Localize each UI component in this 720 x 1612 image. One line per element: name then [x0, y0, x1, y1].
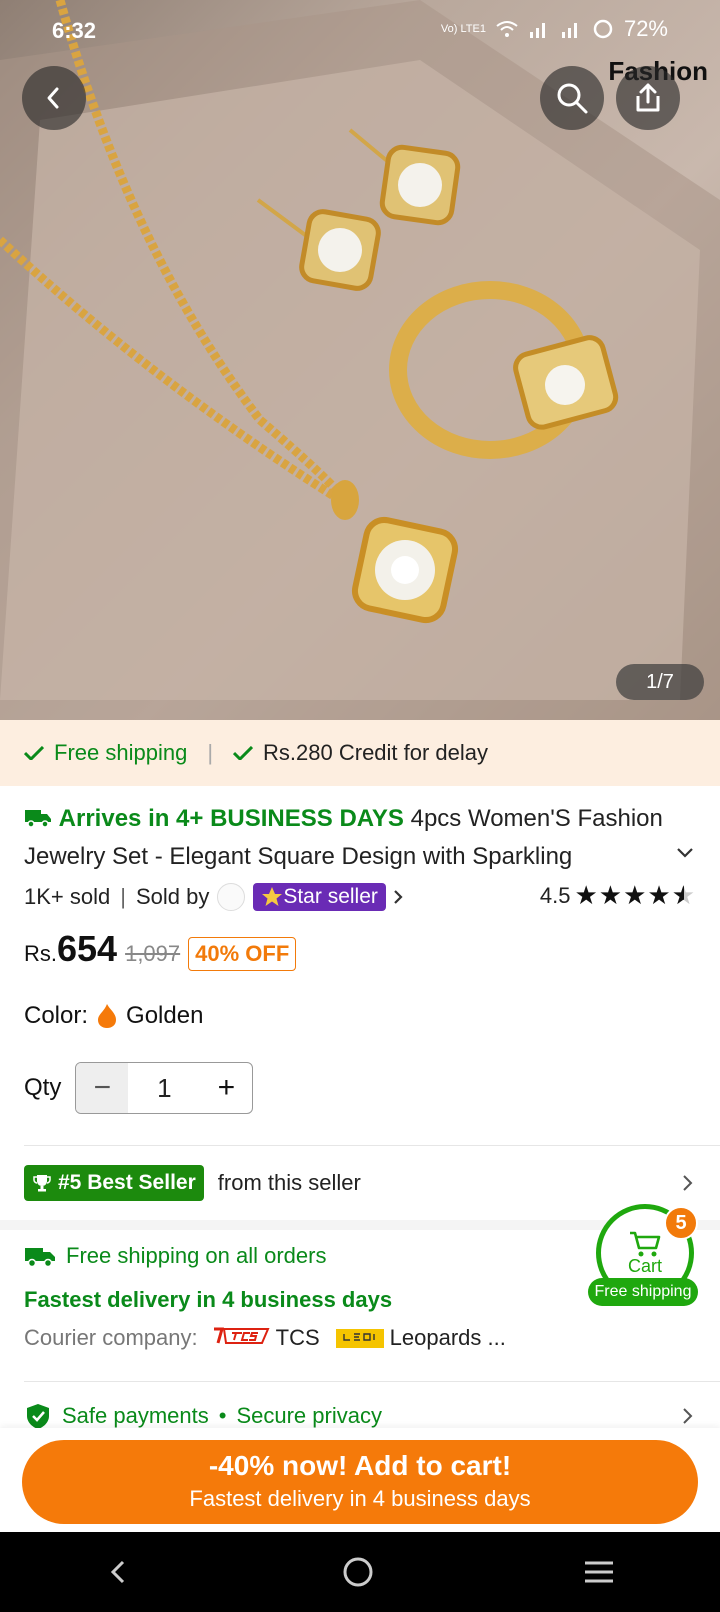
- chevron-right-icon[interactable]: [680, 1405, 696, 1427]
- star-seller-label: Star seller: [283, 885, 378, 908]
- bullet: •: [218, 1403, 227, 1428]
- status-bar: 6:32 Vo) LTE1 72%: [0, 0, 720, 60]
- strip-divider: |: [207, 740, 214, 765]
- share-button[interactable]: [616, 66, 680, 130]
- check-icon: [24, 746, 44, 760]
- color-label: Color:: [24, 1002, 89, 1029]
- signal-icon-2: [561, 23, 577, 38]
- cart-button[interactable]: Cart 5 Free shipping: [588, 1204, 700, 1314]
- courier-line: Courier company: TCS Leopards ...: [24, 1322, 584, 1354]
- best-seller-badge: #5 Best Seller: [24, 1165, 204, 1201]
- best-seller-label: #5 Best Seller: [58, 1171, 196, 1194]
- status-icons: Vo) LTE1 72%: [441, 16, 668, 42]
- credit-text: Rs.280 Credit for delay: [263, 740, 489, 765]
- chevron-down-icon[interactable]: [674, 842, 696, 864]
- rating[interactable]: 4.5 ★★★★★★: [540, 880, 696, 911]
- tcs-logo: [212, 1325, 270, 1352]
- shipping-strip[interactable]: Free shipping | Rs.280 Credit for delay: [0, 720, 720, 786]
- rating-value: 4.5: [539, 882, 571, 908]
- battery-level: 72%: [623, 16, 668, 41]
- share-icon: [636, 83, 660, 112]
- add-to-cart-button[interactable]: -40% now! Add to cart! Fastest delivery …: [22, 1440, 698, 1524]
- cta-main-text: -40% now! Add to cart!: [208, 1450, 512, 1481]
- cart-label: Cart: [627, 1255, 662, 1276]
- free-shipping-text: Free shipping: [54, 740, 188, 765]
- cart-free-shipping: Free shipping: [588, 1278, 698, 1306]
- divider: [24, 1145, 720, 1146]
- decrease-button[interactable]: −: [76, 1063, 129, 1113]
- search-button[interactable]: [540, 66, 604, 130]
- best-seller-row[interactable]: #5 Best Seller from this seller: [24, 1163, 696, 1203]
- battery-icon: [593, 19, 613, 39]
- sold-count: 1K+ sold: [24, 884, 111, 909]
- cta-sub-text: Fastest delivery in 4 business days: [189, 1486, 531, 1511]
- arrival-estimate: Arrives in 4+ BUSINESS DAYS: [58, 805, 404, 832]
- star-icon: [262, 887, 283, 906]
- leopards-logo-icon: [339, 1330, 380, 1343]
- system-nav-bar: [0, 1532, 720, 1612]
- safe-payments-text: Safe payments: [62, 1403, 209, 1428]
- increase-button[interactable]: +: [200, 1063, 252, 1113]
- nav-menu-icon[interactable]: [582, 1557, 616, 1587]
- qty-label: Qty: [24, 1074, 62, 1101]
- currency: Rs.: [24, 941, 57, 966]
- product-image[interactable]: 6:32 Vo) LTE1 72% 1/7: [0, 0, 720, 720]
- meta-divider: |: [120, 884, 126, 909]
- divider: [24, 1381, 720, 1382]
- wifi-icon: [496, 21, 518, 37]
- courier-tcs: TCS: [275, 1325, 320, 1350]
- check-icon: [233, 746, 254, 760]
- best-seller-text: from this seller: [217, 1170, 361, 1195]
- sold-by-label: Sold by: [135, 884, 210, 909]
- seller-meta-row[interactable]: 1K+ sold | Sold by Star seller 4.5 ★★★★★…: [24, 880, 696, 914]
- original-price: 1,097: [125, 941, 181, 966]
- product-title-block[interactable]: Arrives in 4+ BUSINESS DAYS 4pcs Women'S…: [24, 800, 696, 876]
- bottom-action-bar: -40% now! Add to cart! Fastest delivery …: [0, 1428, 720, 1532]
- status-time: 6:32: [52, 18, 97, 43]
- shield-check-icon: [27, 1404, 49, 1429]
- network-label: Vo) LTE1: [440, 22, 486, 35]
- fastest-delivery-line: Fastest delivery in 4 business days: [24, 1287, 393, 1312]
- price-row: Rs. 654 1,097 40% OFF: [24, 928, 297, 988]
- quantity-value[interactable]: 1: [128, 1063, 200, 1113]
- courier-label: Courier company:: [24, 1325, 198, 1350]
- discount-badge: 40% OFF: [188, 937, 297, 971]
- signal-icon: [529, 23, 545, 38]
- chevron-right-icon[interactable]: [390, 888, 406, 906]
- truck-icon: [25, 1248, 55, 1268]
- search-icon: [557, 83, 588, 114]
- rating-stars: ★★★★★★: [574, 880, 696, 910]
- back-icon: [47, 87, 59, 109]
- shipping-info[interactable]: Free shipping on all orders Fastest deli…: [24, 1238, 584, 1354]
- seller-logo[interactable]: [217, 883, 246, 911]
- color-row[interactable]: Color: Golden: [24, 1002, 203, 1030]
- free-shipping-line: Free shipping on all orders: [24, 1238, 584, 1274]
- tcs-logo-icon: [213, 1327, 270, 1344]
- color-value: Golden: [126, 1002, 204, 1029]
- jewelry-photo: [0, 0, 720, 720]
- star-seller-badge[interactable]: Star seller: [253, 883, 386, 911]
- cart-count-badge: 5: [664, 1206, 698, 1240]
- trophy-icon: [33, 1175, 51, 1192]
- back-button[interactable]: [22, 66, 86, 130]
- nav-back-icon[interactable]: [104, 1557, 134, 1587]
- courier-leopards: Leopards ...: [389, 1325, 506, 1350]
- flame-icon: [98, 1004, 117, 1028]
- secure-privacy-text: Secure privacy: [236, 1403, 382, 1428]
- leopards-logo: [335, 1328, 384, 1348]
- current-price: 654: [57, 928, 118, 969]
- chevron-right-icon[interactable]: [680, 1172, 696, 1194]
- free-shipping-all-orders: Free shipping on all orders: [66, 1243, 327, 1268]
- truck-icon: [25, 810, 51, 828]
- quantity-stepper[interactable]: − 1 +: [75, 1062, 254, 1114]
- image-page-indicator: 1/7: [616, 664, 704, 700]
- nav-home-icon[interactable]: [341, 1555, 375, 1589]
- cart-icon: [630, 1231, 661, 1256]
- quantity-row: Qty − 1 +: [24, 1062, 254, 1114]
